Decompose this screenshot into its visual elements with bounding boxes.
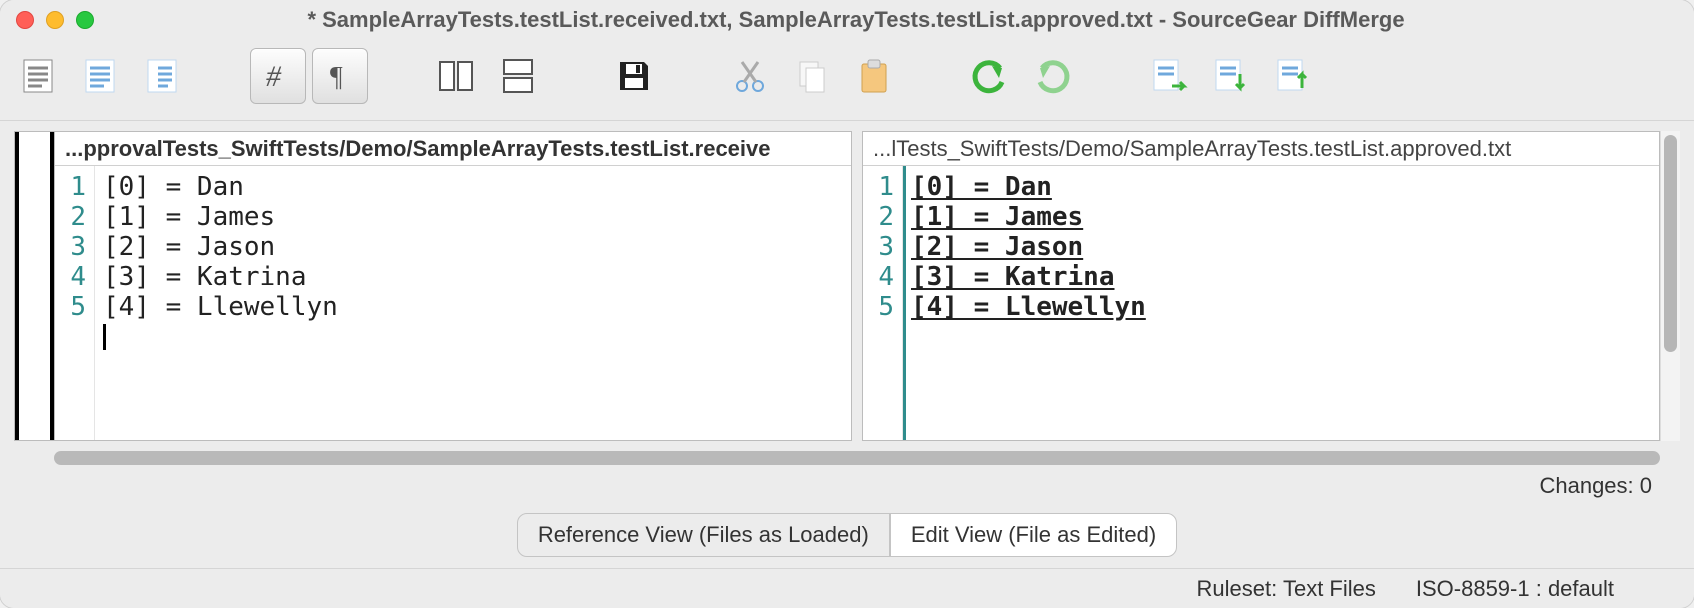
split-horizontal-icon[interactable] <box>490 48 546 104</box>
titlebar: * SampleArrayTests.testList.received.txt… <box>0 0 1694 40</box>
tab-reference-view[interactable]: Reference View (Files as Loaded) <box>517 513 890 557</box>
merge-up-icon[interactable] <box>1264 48 1320 104</box>
status-bar: Ruleset: Text Files ISO-8859-1 : default <box>0 568 1694 608</box>
code-line: [2] = Jason <box>103 232 851 262</box>
app-window: * SampleArrayTests.testList.received.txt… <box>0 0 1694 608</box>
toolbar: # ¶ <box>0 40 1694 120</box>
diff-content: ...pprovalTests_SwiftTests/Demo/SampleAr… <box>0 120 1694 568</box>
view-left-icon[interactable] <box>72 48 128 104</box>
code-line: [3] = Katrina <box>911 262 1659 292</box>
code-line: [4] = Llewellyn <box>911 292 1659 322</box>
svg-text:#: # <box>266 60 282 93</box>
view-right-icon[interactable] <box>134 48 190 104</box>
vertical-scrollbar[interactable] <box>1660 131 1680 441</box>
minimize-window-button[interactable] <box>46 11 64 29</box>
overview-ruler[interactable] <box>14 131 54 441</box>
window-title: * SampleArrayTests.testList.received.txt… <box>94 7 1678 33</box>
code-line: [2] = Jason <box>911 232 1659 262</box>
cut-icon[interactable] <box>722 48 778 104</box>
tab-edit-view[interactable]: Edit View (File as Edited) <box>890 513 1177 557</box>
view-tabs: Reference View (Files as Loaded) Edit Vi… <box>14 499 1680 567</box>
merge-right-icon[interactable] <box>1140 48 1196 104</box>
left-gutter: 1 2 3 4 5 <box>55 166 95 440</box>
merge-down-icon[interactable] <box>1202 48 1258 104</box>
redo-icon[interactable] <box>1024 48 1080 104</box>
right-pane: ...lTests_SwiftTests/Demo/SampleArrayTes… <box>862 131 1660 441</box>
toggle-linenumbers-button[interactable]: # <box>250 48 306 104</box>
right-editor[interactable]: [0] = Dan [1] = James [2] = Jason [3] = … <box>903 166 1659 440</box>
view-single-icon[interactable] <box>10 48 66 104</box>
code-line: [4] = Llewellyn <box>103 292 851 322</box>
paste-icon[interactable] <box>846 48 902 104</box>
code-line: [0] = Dan <box>103 172 851 202</box>
left-editor[interactable]: [0] = Dan [1] = James [2] = Jason [3] = … <box>95 166 851 440</box>
code-line: [1] = James <box>103 202 851 232</box>
code-line: [3] = Katrina <box>103 262 851 292</box>
split-vertical-icon[interactable] <box>428 48 484 104</box>
right-gutter: 1 2 3 4 5 <box>863 166 903 440</box>
save-icon[interactable] <box>606 48 662 104</box>
code-line: [0] = Dan <box>911 172 1659 202</box>
copy-icon[interactable] <box>784 48 840 104</box>
status-encoding: ISO-8859-1 : default <box>1416 576 1614 602</box>
undo-icon[interactable] <box>962 48 1018 104</box>
left-pane: ...pprovalTests_SwiftTests/Demo/SampleAr… <box>54 131 852 441</box>
changes-count: Changes: 0 <box>14 467 1680 499</box>
left-pane-path: ...pprovalTests_SwiftTests/Demo/SampleAr… <box>55 132 851 166</box>
toggle-pilcrow-button[interactable]: ¶ <box>312 48 368 104</box>
text-cursor <box>103 324 106 350</box>
window-controls <box>16 11 94 29</box>
status-ruleset: Ruleset: Text Files <box>1197 576 1376 602</box>
horizontal-scrollbar[interactable] <box>54 447 1680 467</box>
close-window-button[interactable] <box>16 11 34 29</box>
svg-text:¶: ¶ <box>330 62 343 93</box>
maximize-window-button[interactable] <box>76 11 94 29</box>
right-pane-path: ...lTests_SwiftTests/Demo/SampleArrayTes… <box>863 132 1659 166</box>
code-line: [1] = James <box>911 202 1659 232</box>
